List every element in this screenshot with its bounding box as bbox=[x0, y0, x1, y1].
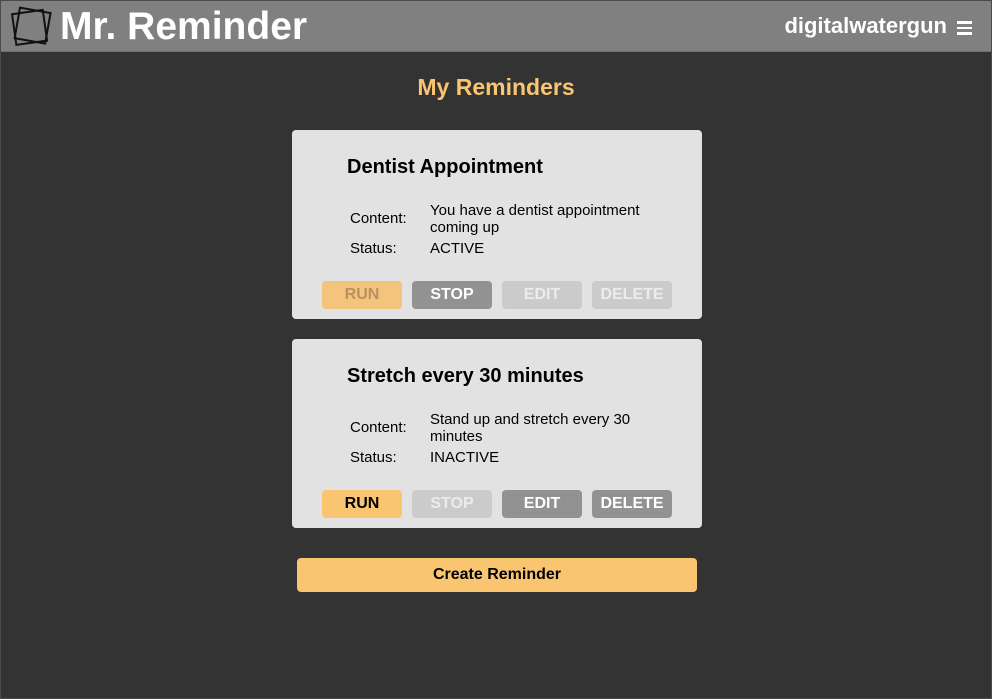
stop-button[interactable]: STOP bbox=[412, 490, 492, 518]
content-label: Content: bbox=[350, 419, 407, 436]
status-value: INACTIVE bbox=[430, 449, 500, 466]
reminder-card: Dentist Appointment Content: You have a … bbox=[292, 130, 702, 319]
delete-button[interactable]: DELETE bbox=[592, 490, 672, 518]
hamburger-menu-icon[interactable] bbox=[957, 21, 972, 35]
edit-button[interactable]: EDIT bbox=[502, 281, 582, 309]
status-label: Status: bbox=[350, 240, 397, 257]
content-label: Content: bbox=[350, 210, 407, 227]
stop-button[interactable]: STOP bbox=[412, 281, 492, 309]
top-bar: Mr. Reminder digitalwatergun bbox=[1, 1, 991, 52]
status-value: ACTIVE bbox=[430, 240, 485, 257]
delete-button[interactable]: DELETE bbox=[592, 281, 672, 309]
content-value: Stand up and stretch every 30 minutes bbox=[430, 411, 631, 445]
create-reminder-button[interactable]: Create Reminder bbox=[297, 558, 697, 592]
logo-icon[interactable] bbox=[9, 6, 53, 48]
page-title: My Reminders bbox=[417, 74, 575, 100]
run-button[interactable]: RUN bbox=[322, 281, 402, 309]
app-window: Mr. Reminder digitalwatergun My Reminder… bbox=[0, 0, 992, 699]
app-title[interactable]: Mr. Reminder bbox=[60, 4, 307, 50]
reminder-card: Stretch every 30 minutes Content: Stand … bbox=[292, 339, 702, 528]
status-label: Status: bbox=[350, 449, 397, 466]
username-label[interactable]: digitalwatergun bbox=[784, 13, 947, 39]
reminder-title: Dentist Appointment bbox=[347, 156, 543, 178]
content-value: You have a dentist appointment coming up bbox=[430, 202, 640, 236]
run-button[interactable]: RUN bbox=[322, 490, 402, 518]
reminder-title: Stretch every 30 minutes bbox=[347, 365, 584, 387]
edit-button[interactable]: EDIT bbox=[502, 490, 582, 518]
